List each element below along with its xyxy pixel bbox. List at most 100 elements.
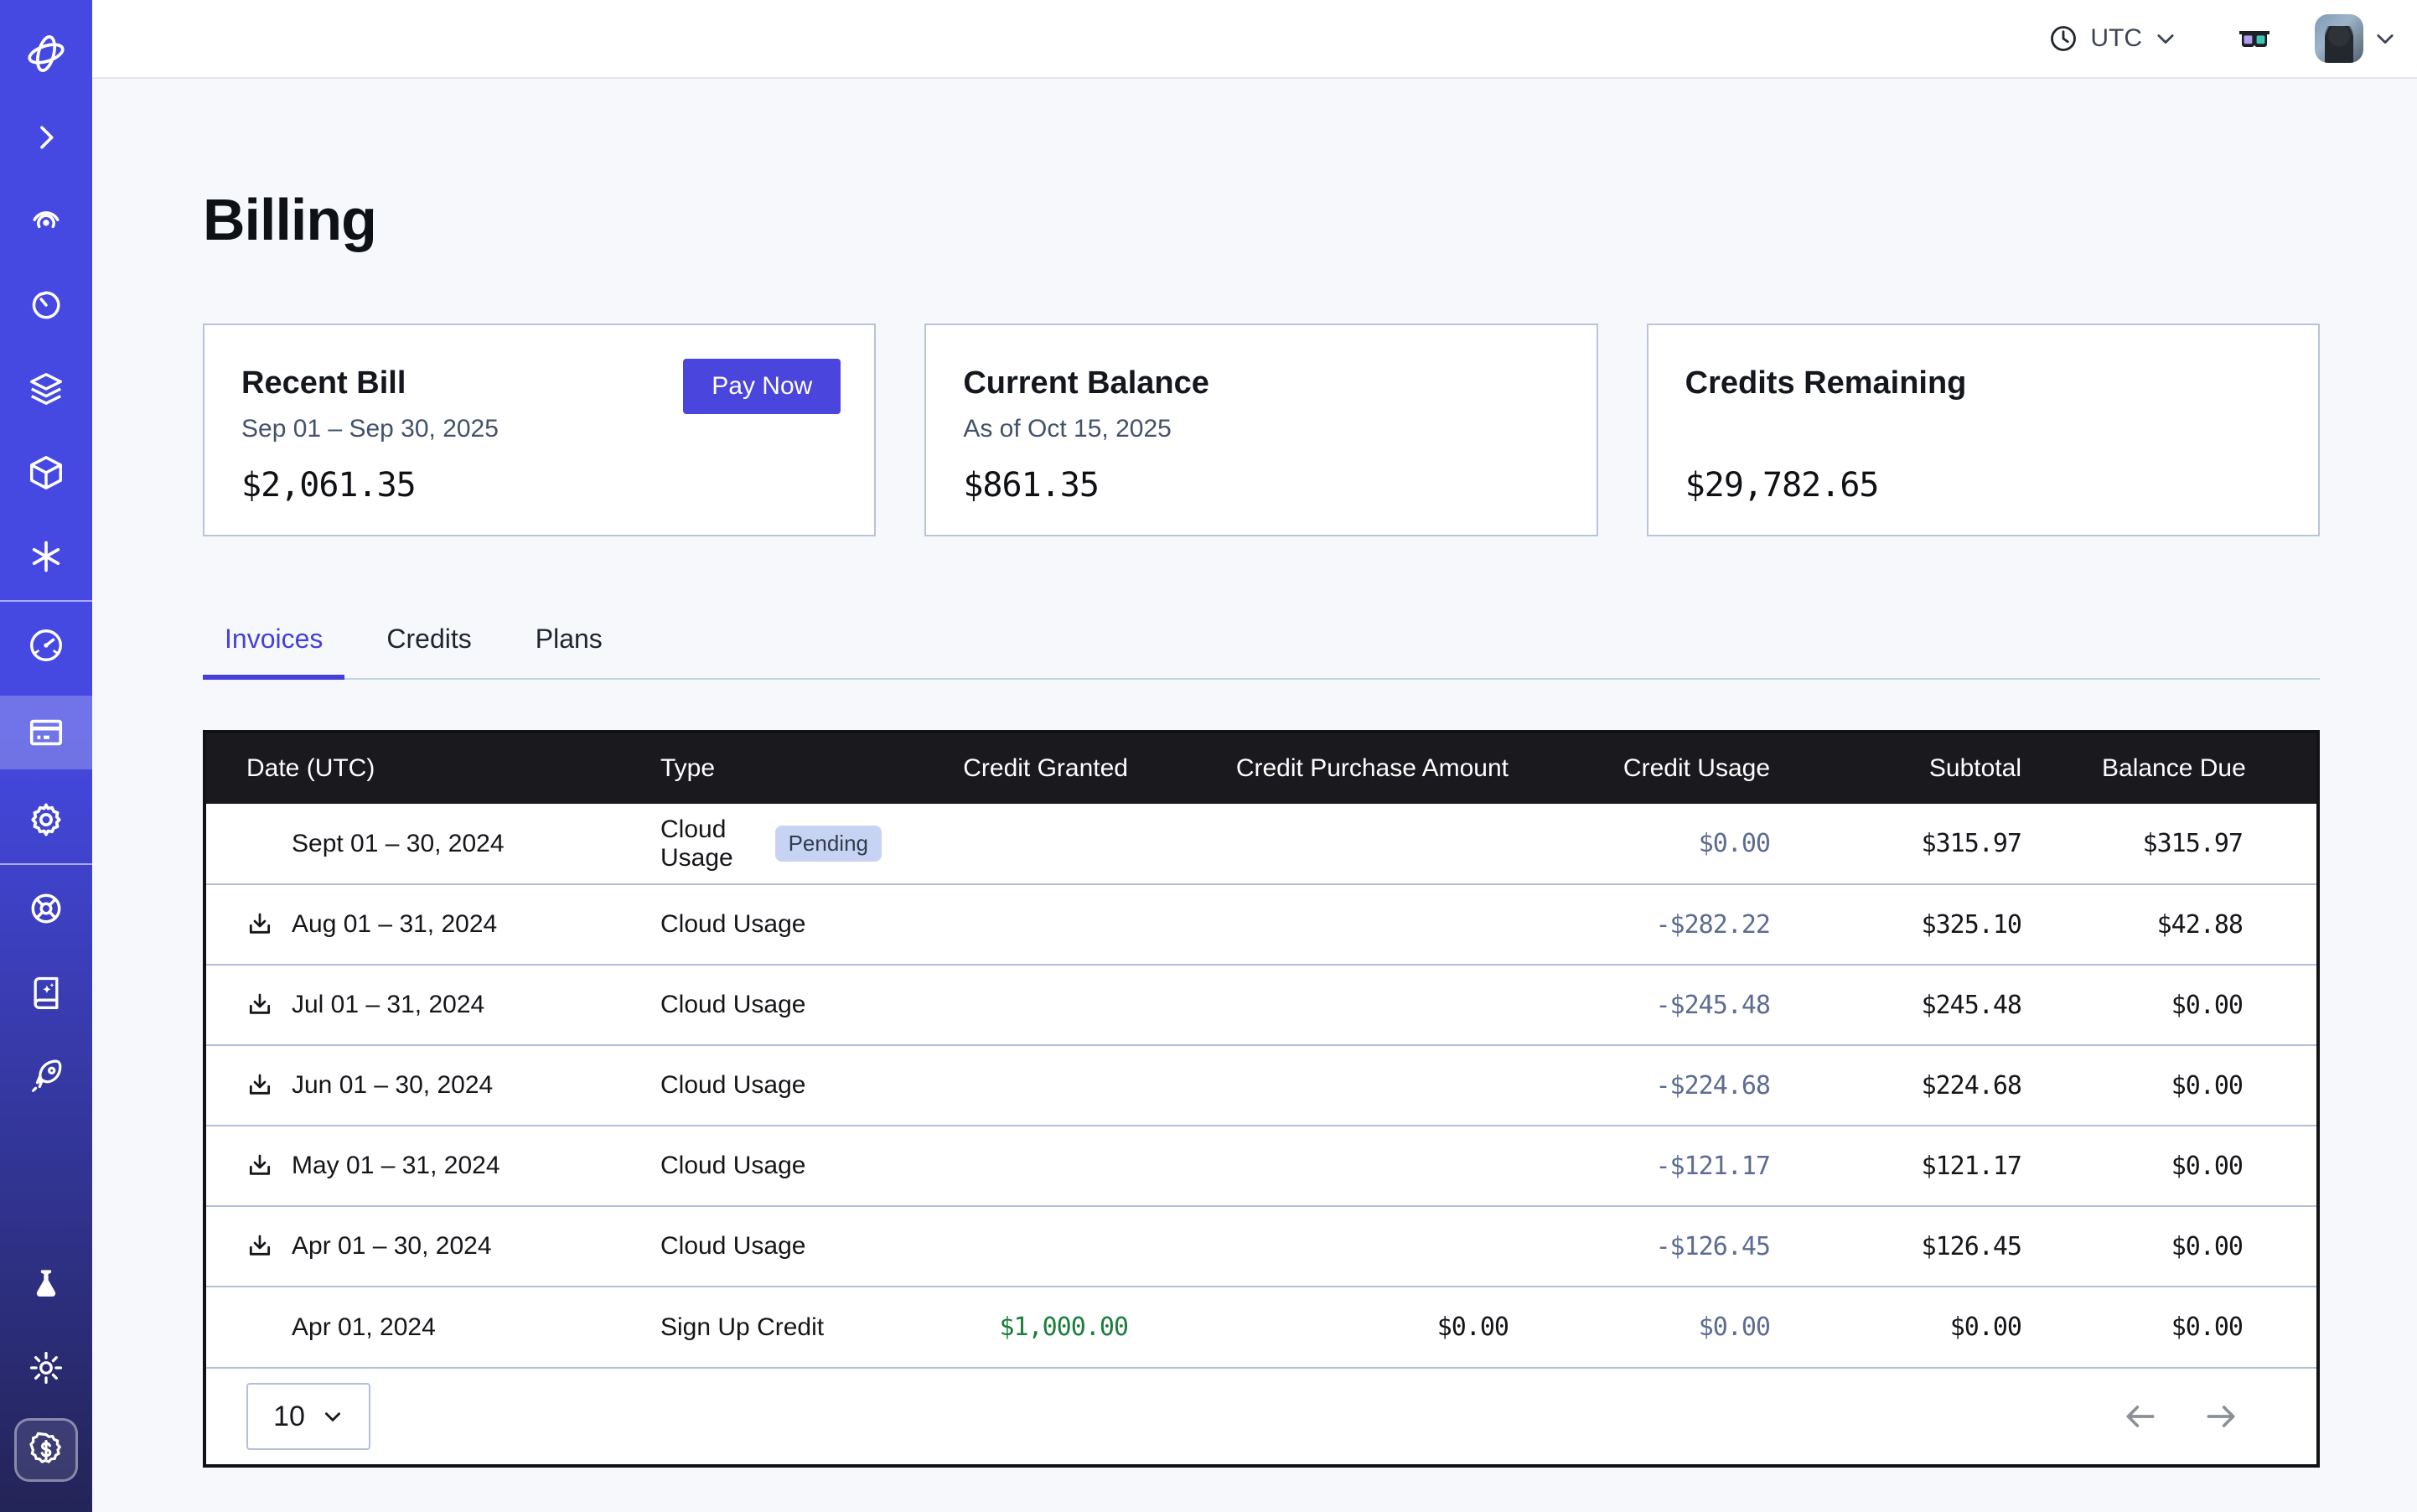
sidebar-item-theme[interactable] <box>0 1334 92 1401</box>
vision-icon <box>28 203 65 240</box>
page-title: Billing <box>203 186 2417 253</box>
sidebar-item-labs[interactable] <box>0 1251 92 1318</box>
balance-due-value: $42.88 <box>2062 884 2316 965</box>
3d-glasses-icon <box>2234 18 2275 59</box>
chevron-right-icon <box>29 121 63 154</box>
recent-bill-amount: $2,061.35 <box>241 466 416 505</box>
page-size-value: 10 <box>273 1401 305 1433</box>
balance-due-value: $0.00 <box>2062 1206 2316 1287</box>
sidebar-item-services[interactable] <box>0 523 92 590</box>
download-icon <box>246 1072 273 1099</box>
book-icon <box>28 974 65 1011</box>
credit-usage-value: -$282.22 <box>1549 884 1810 965</box>
subtotal-value: $121.17 <box>1810 1126 2062 1206</box>
column-header-credit-granted: Credit Granted <box>922 733 1168 804</box>
sidebar-item-launch[interactable] <box>0 1043 92 1110</box>
sidebar-item-history[interactable] <box>0 272 92 339</box>
dollar-badge-icon <box>26 1430 66 1470</box>
account-menu[interactable] <box>2315 14 2397 63</box>
invoice-table-header: Date (UTC) Type Credit Granted Credit Pu… <box>206 733 2316 804</box>
recent-bill-card: Recent Bill Sep 01 – Sep 30, 2025 $2,061… <box>203 324 876 536</box>
download-invoice-button[interactable] <box>246 1152 273 1179</box>
sidebar-item-metrics[interactable] <box>0 612 92 679</box>
chevron-down-icon <box>2154 27 2177 50</box>
balance-due-value: $0.00 <box>2062 965 2316 1045</box>
chevron-down-icon <box>322 1406 344 1427</box>
column-header-credit-usage: Credit Usage <box>1549 733 1810 804</box>
tab-plans[interactable]: Plans <box>514 610 624 680</box>
logo[interactable] <box>0 20 92 87</box>
credit-usage-value: $0.00 <box>1549 804 1810 884</box>
view-mode-button[interactable] <box>2221 12 2288 65</box>
invoice-date: Apr 01 – 30, 2024 <box>292 1232 492 1261</box>
current-balance-amount: $861.35 <box>963 466 1099 505</box>
column-header-credit-purchase-amount: Credit Purchase Amount <box>1168 733 1549 804</box>
sidebar-item-credits-offer[interactable] <box>14 1418 78 1482</box>
flask-icon <box>28 1266 64 1302</box>
download-invoice-button[interactable] <box>246 992 273 1018</box>
credit-purchase-value <box>1168 1206 1549 1287</box>
subtotal-value: $0.00 <box>1810 1287 2062 1367</box>
collapse-sidebar-button[interactable] <box>0 104 92 171</box>
credit-purchase-value <box>1168 965 1549 1045</box>
credit-granted-value <box>922 1045 1168 1126</box>
balance-due-value: $0.00 <box>2062 1287 2316 1367</box>
invoice-type: Cloud Usage <box>660 816 758 873</box>
arrow-right-icon <box>2202 1398 2239 1435</box>
pay-now-button[interactable]: Pay Now <box>683 359 841 414</box>
topbar: UTC <box>92 0 2417 79</box>
page-size-select[interactable]: 10 <box>246 1383 370 1450</box>
credit-granted-value <box>922 884 1168 965</box>
sidebar-item-settings[interactable] <box>0 786 92 853</box>
clock-icon <box>2048 23 2078 54</box>
sidebar-item-layers[interactable] <box>0 355 92 422</box>
table-row: Jun 01 – 30, 2024 Cloud Usage -$224.68 $… <box>206 1045 2316 1126</box>
table-row: Sept 01 – 30, 2024 Cloud Usage Pending $… <box>206 804 2316 884</box>
invoices-table: Date (UTC) Type Credit Granted Credit Pu… <box>203 730 2320 1468</box>
table-row: Apr 01 – 30, 2024 Cloud Usage -$126.45 $… <box>206 1206 2316 1287</box>
download-invoice-button[interactable] <box>246 911 273 938</box>
invoice-table-body: Sept 01 – 30, 2024 Cloud Usage Pending $… <box>206 804 2316 1367</box>
credit-purchase-value <box>1168 1045 1549 1126</box>
column-header-subtotal: Subtotal <box>1810 733 2062 804</box>
invoice-date: May 01 – 31, 2024 <box>292 1152 500 1180</box>
tab-credits[interactable]: Credits <box>365 610 493 680</box>
main-column: UTC Billing <box>92 0 2417 1512</box>
credit-granted-value <box>922 804 1168 884</box>
credit-granted-value <box>922 1126 1168 1206</box>
subtotal-value: $224.68 <box>1810 1045 2062 1126</box>
download-icon <box>246 1152 273 1179</box>
tab-invoices[interactable]: Invoices <box>203 610 344 680</box>
credits-remaining-amount: $29,782.65 <box>1685 466 1879 505</box>
table-row: Aug 01 – 31, 2024 Cloud Usage -$282.22 $… <box>206 884 2316 965</box>
wheel-icon <box>27 889 65 928</box>
sidebar-divider <box>0 863 92 865</box>
card-title: Credits Remaining <box>1685 365 2281 401</box>
sun-icon <box>28 1349 65 1386</box>
sidebar-item-packages[interactable] <box>0 439 92 506</box>
sidebar-item-support[interactable] <box>0 875 92 942</box>
sidebar-item-billing[interactable] <box>0 696 92 769</box>
subtotal-value: $245.48 <box>1810 965 2062 1045</box>
column-header-type: Type <box>620 733 922 804</box>
download-invoice-button[interactable] <box>246 1233 273 1260</box>
cube-icon <box>27 453 65 492</box>
sidebar <box>0 0 92 1512</box>
credit-usage-value: -$224.68 <box>1549 1045 1810 1126</box>
asterisk-icon <box>28 538 65 575</box>
current-balance-card: Current Balance As of Oct 15, 2025 $861.… <box>924 324 1597 536</box>
invoice-date: Jul 01 – 31, 2024 <box>292 991 484 1019</box>
sidebar-item-docs[interactable] <box>0 959 92 1026</box>
timezone-picker[interactable]: UTC <box>2038 17 2187 60</box>
billing-page: Billing Recent Bill Sep 01 – Sep 30, 202… <box>92 79 2417 1512</box>
balance-due-value: $315.97 <box>2062 804 2316 884</box>
credit-purchase-value <box>1168 884 1549 965</box>
invoice-date: Sept 01 – 30, 2024 <box>292 830 505 858</box>
sidebar-item-observe[interactable] <box>0 188 92 255</box>
download-invoice-button[interactable] <box>246 1072 273 1099</box>
avatar[interactable] <box>2315 14 2363 63</box>
next-page-button[interactable] <box>2202 1398 2239 1435</box>
previous-page-button[interactable] <box>2122 1398 2159 1435</box>
billing-tabs: Invoices Credits Plans <box>203 610 2320 680</box>
invoice-date: Aug 01 – 31, 2024 <box>292 910 497 939</box>
